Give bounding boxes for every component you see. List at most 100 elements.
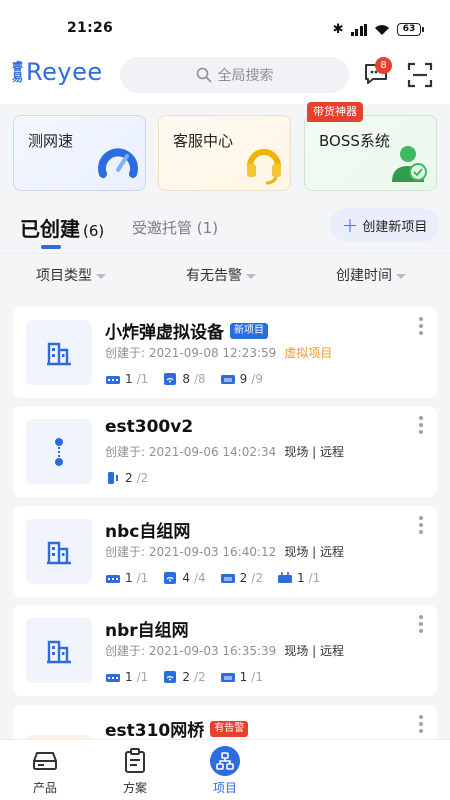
project-card[interactable]: 小炸弹虚拟设备 新项目 创建于: 2021-09-08 12:23:59 虚拟项目… (13, 307, 437, 398)
gateway-icon (106, 376, 120, 384)
stat-gateway: 1/1 (105, 571, 148, 585)
filter-project-type-label: 项目类型 (36, 268, 92, 284)
project-date: 创建于: 2021-09-03 16:40:12 现场 | 远程 (105, 545, 344, 559)
create-project-label: 创建新项目 (362, 219, 428, 235)
project-date: 创建于: 2021-09-06 14:02:34 现场 | 远程 (105, 445, 344, 459)
reyee-logo: 睿 易 Reyee (12, 58, 103, 86)
project-card[interactable]: est300v2 创建于: 2021-09-06 14:02:34 现场 | 远程… (13, 406, 437, 497)
stat-ap: 4/4 (162, 571, 206, 585)
project-card[interactable]: nbr自组网 创建于: 2021-09-03 16:35:39 现场 | 远程 1… (13, 605, 437, 696)
signal-icon (350, 23, 367, 36)
stat-ap: 2/2 (162, 670, 206, 684)
filter-created-time-label: 创建时间 (336, 268, 392, 284)
device-stats: 1/1 2/2 1/1 (105, 670, 263, 684)
create-project-button[interactable]: + 创建新项目 (330, 208, 439, 242)
battery-icon: 63 (397, 23, 424, 36)
router-device-icon (30, 746, 60, 776)
switch-icon (220, 375, 235, 384)
bluetooth-icon: ✱ (332, 22, 344, 37)
nav-solutions[interactable]: 方案 (105, 746, 165, 796)
tab-created[interactable]: 已创建 (6) (20, 213, 104, 242)
building-icon (47, 541, 71, 564)
filter-has-alarm[interactable]: 有无告警 (186, 265, 256, 285)
ap-icon (164, 671, 177, 683)
network-topology-icon (210, 746, 240, 776)
more-options-icon[interactable] (419, 615, 423, 633)
speed-test-label: 测网速 (28, 132, 74, 150)
speed-gauge-icon (98, 148, 138, 178)
boss-system-card[interactable]: BOSS系统 (304, 115, 437, 191)
tab-hosted-label: 受邀托管 (132, 219, 193, 237)
filter-project-type[interactable]: 项目类型 (36, 265, 106, 285)
device-stats: 1/1 4/4 2/2 1/1 (105, 571, 320, 585)
bridge-device-icon (55, 437, 63, 466)
switch-icon (220, 673, 235, 682)
nav-products[interactable]: 产品 (15, 746, 75, 796)
service-center-card[interactable]: 客服中心 (158, 115, 291, 191)
device-stats: 2/2 (105, 471, 148, 485)
shortcut-cards: 测网速 客服中心 BOSS系统 (13, 115, 437, 191)
project-date: 创建于: 2021-09-03 16:35:39 现场 | 远程 (105, 644, 344, 658)
stat-gateway: 1/1 (105, 670, 148, 684)
active-tab-indicator (41, 245, 61, 249)
access-mode: 现场 | 远程 (284, 445, 344, 459)
message-badge: 8 (375, 57, 392, 74)
project-name: est300v2 (105, 417, 194, 437)
scan-icon[interactable] (407, 62, 433, 88)
nav-solutions-label: 方案 (122, 781, 147, 795)
logo-text: Reyee (26, 58, 103, 86)
search-placeholder: 全局搜索 (217, 68, 274, 84)
status-bar: 21:26 ✱ 63 (0, 0, 450, 46)
gateway-icon (106, 674, 120, 682)
project-card[interactable]: nbc自组网 创建于: 2021-09-03 16:40:12 现场 | 远程 1… (13, 506, 437, 597)
nav-products-label: 产品 (32, 781, 57, 795)
access-mode: 现场 | 远程 (284, 644, 344, 658)
stat-switch: 1/1 (220, 670, 263, 684)
virtual-project-label: 虚拟项目 (284, 346, 333, 360)
project-name: nbc自组网 (105, 522, 191, 542)
caret-down-icon (396, 273, 406, 279)
more-options-icon[interactable] (419, 516, 423, 534)
stat-bridge: 2/2 (105, 471, 148, 485)
project-tabs: 已创建 (6) 受邀托管 (1) + 创建新项目 (0, 200, 450, 252)
headset-icon (247, 149, 281, 185)
tab-hosted[interactable]: 受邀托管 (1) (132, 217, 218, 238)
caret-down-icon (96, 273, 106, 279)
project-thumbnail (26, 618, 92, 683)
caret-down-icon (246, 273, 256, 279)
status-time: 21:26 (67, 20, 114, 36)
wifi-icon (375, 24, 389, 35)
building-icon (47, 342, 71, 365)
gateway-icon (106, 575, 120, 583)
boss-promo-tag: 带货神器 (307, 102, 363, 122)
nav-projects-label: 项目 (212, 781, 237, 795)
filter-bar: 项目类型 有无告警 创建时间 (0, 253, 450, 293)
alarm-tag: 有告警 (210, 720, 249, 737)
project-name: nbr自组网 (105, 621, 189, 641)
app-header: 睿 易 Reyee 全局搜索 8 (0, 46, 450, 104)
speed-test-card[interactable]: 测网速 (13, 115, 146, 191)
search-input[interactable]: 全局搜索 (120, 57, 349, 93)
router-icon (277, 572, 292, 583)
nav-projects[interactable]: 项目 (195, 746, 255, 796)
ap-icon (164, 572, 177, 584)
more-options-icon[interactable] (419, 715, 423, 733)
stat-router: 1/1 (277, 571, 320, 585)
switch-icon (220, 574, 235, 583)
device-stats: 1/1 8/8 9/9 (105, 372, 263, 386)
access-mode: 现场 | 远程 (284, 545, 344, 559)
filter-has-alarm-label: 有无告警 (186, 268, 242, 284)
filter-created-time[interactable]: 创建时间 (336, 265, 406, 285)
stat-switch: 9/9 (220, 372, 263, 386)
tab-created-label: 已创建 (20, 217, 80, 241)
stat-gateway: 1/1 (105, 372, 148, 386)
search-icon (196, 67, 211, 83)
more-options-icon[interactable] (419, 416, 423, 434)
logo-cn: 睿 易 (12, 60, 23, 84)
project-thumbnail (26, 320, 92, 385)
project-date: 创建于: 2021-09-08 12:23:59 虚拟项目 (105, 346, 333, 360)
stat-switch: 2/2 (220, 571, 263, 585)
service-center-label: 客服中心 (173, 132, 234, 150)
more-options-icon[interactable] (419, 317, 423, 335)
tab-created-count: (6) (83, 222, 105, 240)
